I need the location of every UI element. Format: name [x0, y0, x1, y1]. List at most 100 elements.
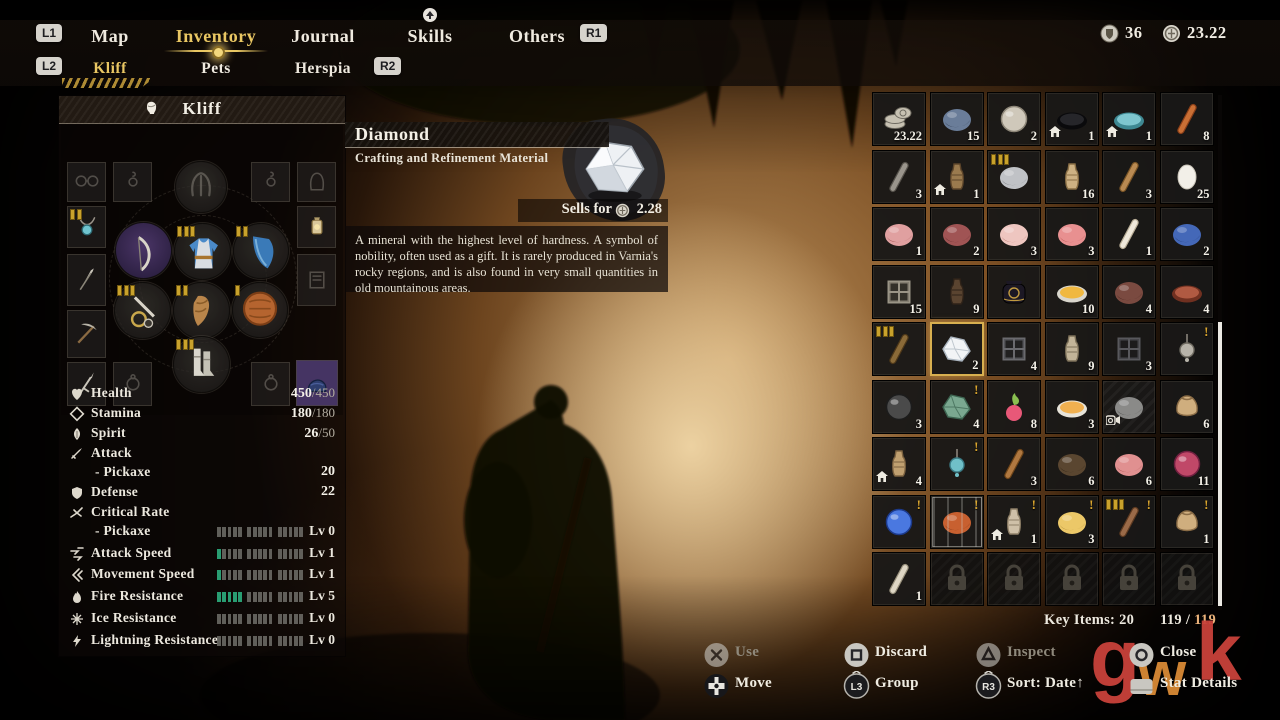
stat-bar — [217, 636, 303, 646]
earring-left-slot[interactable] — [113, 162, 152, 202]
bow-slot[interactable] — [115, 222, 172, 279]
alert-marker: ! — [1204, 324, 1208, 340]
inventory-slot-patterned-jug[interactable]: 16 — [1045, 150, 1099, 204]
inventory-slot-teal-necklace[interactable]: ! — [930, 437, 984, 491]
inventory-slot-locked-slot[interactable] — [1045, 552, 1099, 606]
chest-slot[interactable] — [174, 223, 231, 280]
inventory-slot-pork-belly[interactable]: 3 — [1045, 207, 1099, 261]
inventory-slot-wood-bundle[interactable]: 9 — [1045, 322, 1099, 376]
alert-marker: ! — [1147, 497, 1151, 513]
inventory-slot-caged-animal[interactable]: ! — [930, 495, 984, 549]
inventory-slot-locked-slot[interactable] — [987, 552, 1041, 606]
inventory-slot-baked-dish[interactable]: 3 — [1045, 380, 1099, 434]
inventory-slot-radish[interactable]: 8 — [987, 380, 1041, 434]
inventory-slot-iron-pan[interactable]: 1 — [1045, 92, 1099, 146]
inventory-slot-blue-bowl[interactable]: 1 — [1102, 92, 1156, 146]
inventory-slot-frame-cube[interactable]: 3 — [1102, 322, 1156, 376]
stat-label: Critical Rate — [91, 504, 170, 520]
inventory-slot-gray-feather[interactable]: 3 — [872, 150, 926, 204]
control-label: Use — [735, 644, 759, 661]
stat-row-defense: Defense22 — [69, 483, 335, 503]
subtab-kliff[interactable]: Kliff — [93, 60, 127, 78]
crit-icon — [69, 505, 85, 521]
inventory-slot-bird-carcass[interactable]: 1 — [1102, 207, 1156, 261]
inventory-slot-clay-urn[interactable]: !1 — [987, 495, 1041, 549]
inventory-slot-gray-hat[interactable] — [1102, 380, 1156, 434]
tab-inventory[interactable]: Inventory — [176, 26, 257, 47]
inventory-slot-dried-roots[interactable]: 6 — [1045, 437, 1099, 491]
inventory-slot-blue-rock[interactable]: 15 — [930, 92, 984, 146]
inventory-slot-hanging-scale[interactable]: ! — [1160, 322, 1214, 376]
inventory-slot-woven-basket[interactable]: 4 — [872, 437, 926, 491]
inventory-slot-dark-bundle[interactable]: 9 — [930, 265, 984, 319]
inventory-slot-cloth-pouch[interactable]: !1 — [1160, 495, 1214, 549]
item-count: 4 — [1031, 359, 1037, 374]
inventory-slot-locked-slot[interactable] — [930, 552, 984, 606]
lantern-slot[interactable] — [297, 206, 336, 248]
mask-slot[interactable] — [297, 162, 336, 202]
inventory-slot-egg[interactable]: 25 — [1160, 150, 1214, 204]
game-screen: Map Inventory Journal Skills Others Kliff Pets… — [0, 0, 1280, 720]
spear-slot[interactable] — [67, 254, 106, 306]
tab-others[interactable]: Others — [509, 26, 565, 47]
cape-slot[interactable] — [233, 223, 289, 279]
inventory-slot-dough-ball[interactable]: !3 — [1045, 495, 1099, 549]
inventory-slot-stone-slab[interactable]: 15 — [872, 265, 926, 319]
inventory-slot-cloth-pouch[interactable]: 6 — [1160, 380, 1214, 434]
movespeed-icon — [69, 567, 85, 583]
shield-slot[interactable] — [232, 282, 288, 338]
inventory-slot-silver-gauntlet[interactable] — [987, 150, 1041, 204]
inventory-slot-blue-ore[interactable]: 2 — [1160, 207, 1214, 261]
inventory-slot-locked-slot[interactable] — [1102, 552, 1156, 606]
inventory-slot-blue-orb[interactable]: ! — [872, 495, 926, 549]
glove-slot[interactable] — [173, 282, 230, 339]
inventory-slot-small-horn[interactable]: 3 — [1102, 150, 1156, 204]
stat-label: Lightning Resistance — [91, 632, 218, 648]
inventory-slot-caged-cube[interactable]: 4 — [987, 322, 1041, 376]
inventory-slot-tusk[interactable]: 3 — [987, 437, 1041, 491]
tab-journal[interactable]: Journal — [291, 26, 355, 47]
tab-map[interactable]: Map — [91, 26, 129, 47]
inventory-slot-soup-bowl[interactable]: 10 — [1045, 265, 1099, 319]
inventory-slot-orange-root[interactable]: 8 — [1160, 92, 1214, 146]
inventory-slot-stone-ball[interactable]: 2 — [987, 92, 1041, 146]
necklace-slot[interactable] — [67, 206, 106, 248]
eyewear-slot[interactable] — [67, 162, 106, 202]
home-icon — [1106, 124, 1118, 142]
home-icon — [934, 182, 946, 200]
inventory-slot-meat-platter[interactable]: 4 — [1160, 265, 1214, 319]
tab-skills[interactable]: Skills — [407, 26, 452, 47]
subtab-pets[interactable]: Pets — [201, 60, 231, 78]
item-count: 4 — [916, 474, 922, 489]
inventory-slot-wrapped-bottle[interactable]: 1 — [930, 150, 984, 204]
inventory-slot-coin-stack[interactable]: 23.22 — [872, 92, 926, 146]
tome-slot[interactable] — [297, 254, 336, 306]
inventory-slot-bone-club[interactable]: 1 — [872, 552, 926, 606]
inventory-slot-cured-meat[interactable]: 4 — [1102, 265, 1156, 319]
helmet-slot[interactable] — [175, 161, 227, 213]
subtab-herspia[interactable]: Herspia — [295, 60, 351, 78]
inventory-slot-locked-slot[interactable] — [1160, 552, 1214, 606]
inventory-slot-fresh-meat[interactable]: 6 — [1102, 437, 1156, 491]
inventory-slot-fatty-meat[interactable]: 3 — [987, 207, 1041, 261]
inventory-slot-bandaged-arm[interactable]: ! — [1102, 495, 1156, 549]
stat-level: Lv 1 — [309, 566, 335, 582]
item-count: 9 — [973, 302, 979, 317]
stat-label: Attack Speed — [91, 545, 171, 561]
item-count: 1 — [916, 589, 922, 604]
earring-right-slot[interactable] — [251, 162, 290, 202]
pickaxe-slot[interactable] — [67, 310, 106, 358]
inventory-slot-green-gem[interactable]: !4 — [930, 380, 984, 434]
inventory-slot-diamond[interactable]: 2 — [930, 322, 984, 376]
inventory-slot-marbled-steak[interactable]: 2 — [930, 207, 984, 261]
item-count: 2 — [1203, 244, 1209, 259]
tool-slot[interactable] — [114, 282, 171, 339]
inventory-slot-black-sphere[interactable]: 3 — [872, 380, 926, 434]
inventory-slot-spiked-mace[interactable] — [872, 322, 926, 376]
inventory-slot-raw-meat[interactable]: 1 — [872, 207, 926, 261]
inventory-scrollbar-thumb[interactable] — [1218, 322, 1222, 606]
stat-value: 22 — [321, 484, 335, 500]
inventory-slot-ornate-pot[interactable] — [987, 265, 1041, 319]
inventory-slot-red-onion[interactable]: 11 — [1160, 437, 1214, 491]
tier-marker-iii — [991, 154, 1009, 165]
